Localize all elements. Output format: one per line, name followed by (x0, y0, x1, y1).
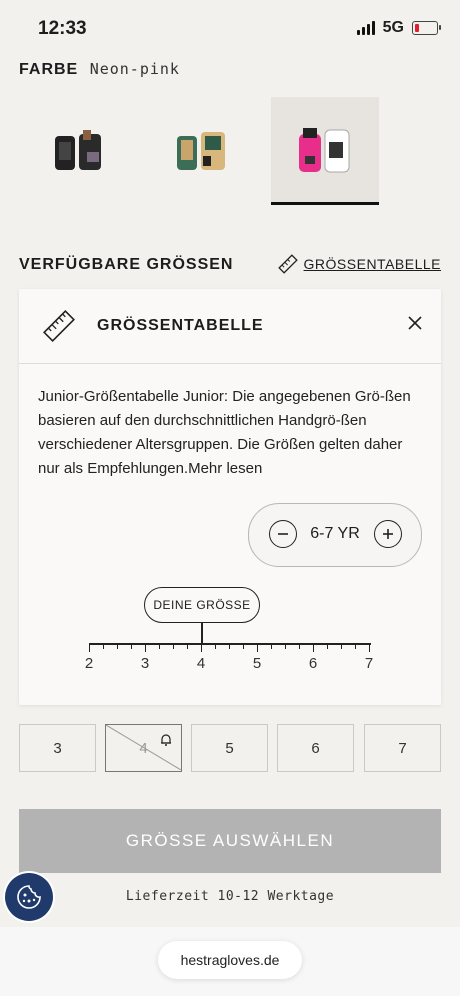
size-chart-panel: GRÖSSENTABELLE Junior-Größentabelle Juni… (19, 289, 441, 705)
size-chart-description: Junior-Größentabelle Junior: Die angegeb… (38, 388, 411, 477)
size-option-label: 5 (225, 739, 234, 757)
delivery-time: Lieferzeit 10-12 Werktage (125, 889, 335, 904)
glove-black-icon (55, 130, 101, 170)
swatch-neon-pink[interactable] (271, 97, 379, 205)
scale-minor-tick (131, 643, 132, 649)
size-option-6[interactable]: 6 (277, 724, 354, 772)
url-bar[interactable]: hestragloves.de (158, 941, 302, 979)
available-sizes-title: VERFÜGBARE GRÖSSEN (19, 256, 234, 273)
swatch-green[interactable] (149, 97, 257, 205)
size-chart-link[interactable]: GRÖSSENTABELLE (277, 254, 441, 274)
size-option-3[interactable]: 3 (19, 724, 96, 772)
size-option-label: 6 (311, 739, 320, 757)
plus-icon (383, 529, 393, 539)
cookie-settings-button[interactable] (5, 873, 53, 921)
glove-green-icon (177, 132, 225, 170)
scale-minor-tick (103, 643, 104, 649)
ruler-icon (43, 310, 75, 342)
bell-icon (161, 734, 171, 746)
your-size-marker-line (201, 623, 203, 643)
scale-minor-tick (187, 643, 188, 649)
glove-pink-icon (299, 127, 350, 172)
scale-minor-tick (117, 643, 118, 649)
age-stepper-value: 6-7 YR (310, 525, 360, 542)
scale-minor-tick (327, 643, 328, 649)
size-chart-link-label: GRÖSSENTABELLE (303, 256, 441, 272)
scale-minor-tick (215, 643, 216, 649)
scale-minor-tick (159, 643, 160, 649)
network-label: 5G (382, 19, 404, 36)
scale-minor-tick (243, 643, 244, 649)
scale-minor-tick (355, 643, 356, 649)
select-size-button[interactable]: GRÖSSE AUSWÄHLEN (19, 809, 441, 873)
age-stepper: 6-7 YR (248, 503, 422, 567)
scale-minor-tick (89, 643, 90, 652)
size-option-label: 4 (139, 739, 148, 757)
cookie-icon (17, 885, 41, 909)
size-option-label: 3 (53, 739, 62, 757)
battery-icon (412, 21, 441, 35)
scale-tick-label: 3 (140, 655, 150, 672)
status-indicators: 5G (356, 19, 441, 37)
size-option-label: 7 (398, 739, 407, 757)
scale-tick-label: 5 (252, 655, 262, 672)
size-chart-title: GRÖSSENTABELLE (97, 317, 264, 334)
size-chart-panel-header: GRÖSSENTABELLE (19, 289, 441, 364)
close-icon[interactable] (407, 315, 423, 331)
scale-minor-tick (257, 643, 258, 652)
ruler-icon (277, 254, 298, 274)
color-row: FARBE Neon-pink (19, 60, 180, 79)
color-label: FARBE (19, 61, 79, 78)
status-time: 12:33 (38, 18, 87, 39)
scale-minor-tick (229, 643, 230, 649)
swatch-black[interactable] (27, 97, 135, 205)
your-size-marker: DEINE GRÖSSE (144, 587, 260, 623)
size-option-4[interactable]: 4 (105, 724, 182, 772)
decrement-button[interactable] (269, 520, 297, 548)
scale-tick-label: 4 (196, 655, 206, 672)
scale-minor-tick (271, 643, 272, 649)
scale-tick-label: 6 (308, 655, 318, 672)
scale-minor-tick (341, 643, 342, 649)
scale-tick-label: 7 (364, 655, 374, 672)
scale-minor-tick (313, 643, 314, 652)
increment-button[interactable] (374, 520, 402, 548)
scale-minor-tick (369, 643, 370, 652)
scale-tick-label: 2 (84, 655, 94, 672)
scale-minor-tick (173, 643, 174, 649)
signal-icon (356, 21, 375, 35)
color-value: Neon-pink (89, 60, 180, 78)
minus-icon (278, 533, 288, 535)
scale-minor-tick (145, 643, 146, 652)
scale-minor-tick (299, 643, 300, 649)
scale-minor-tick (201, 643, 202, 652)
size-option-5[interactable]: 5 (191, 724, 268, 772)
scale-minor-tick (285, 643, 286, 649)
size-option-7[interactable]: 7 (364, 724, 441, 772)
